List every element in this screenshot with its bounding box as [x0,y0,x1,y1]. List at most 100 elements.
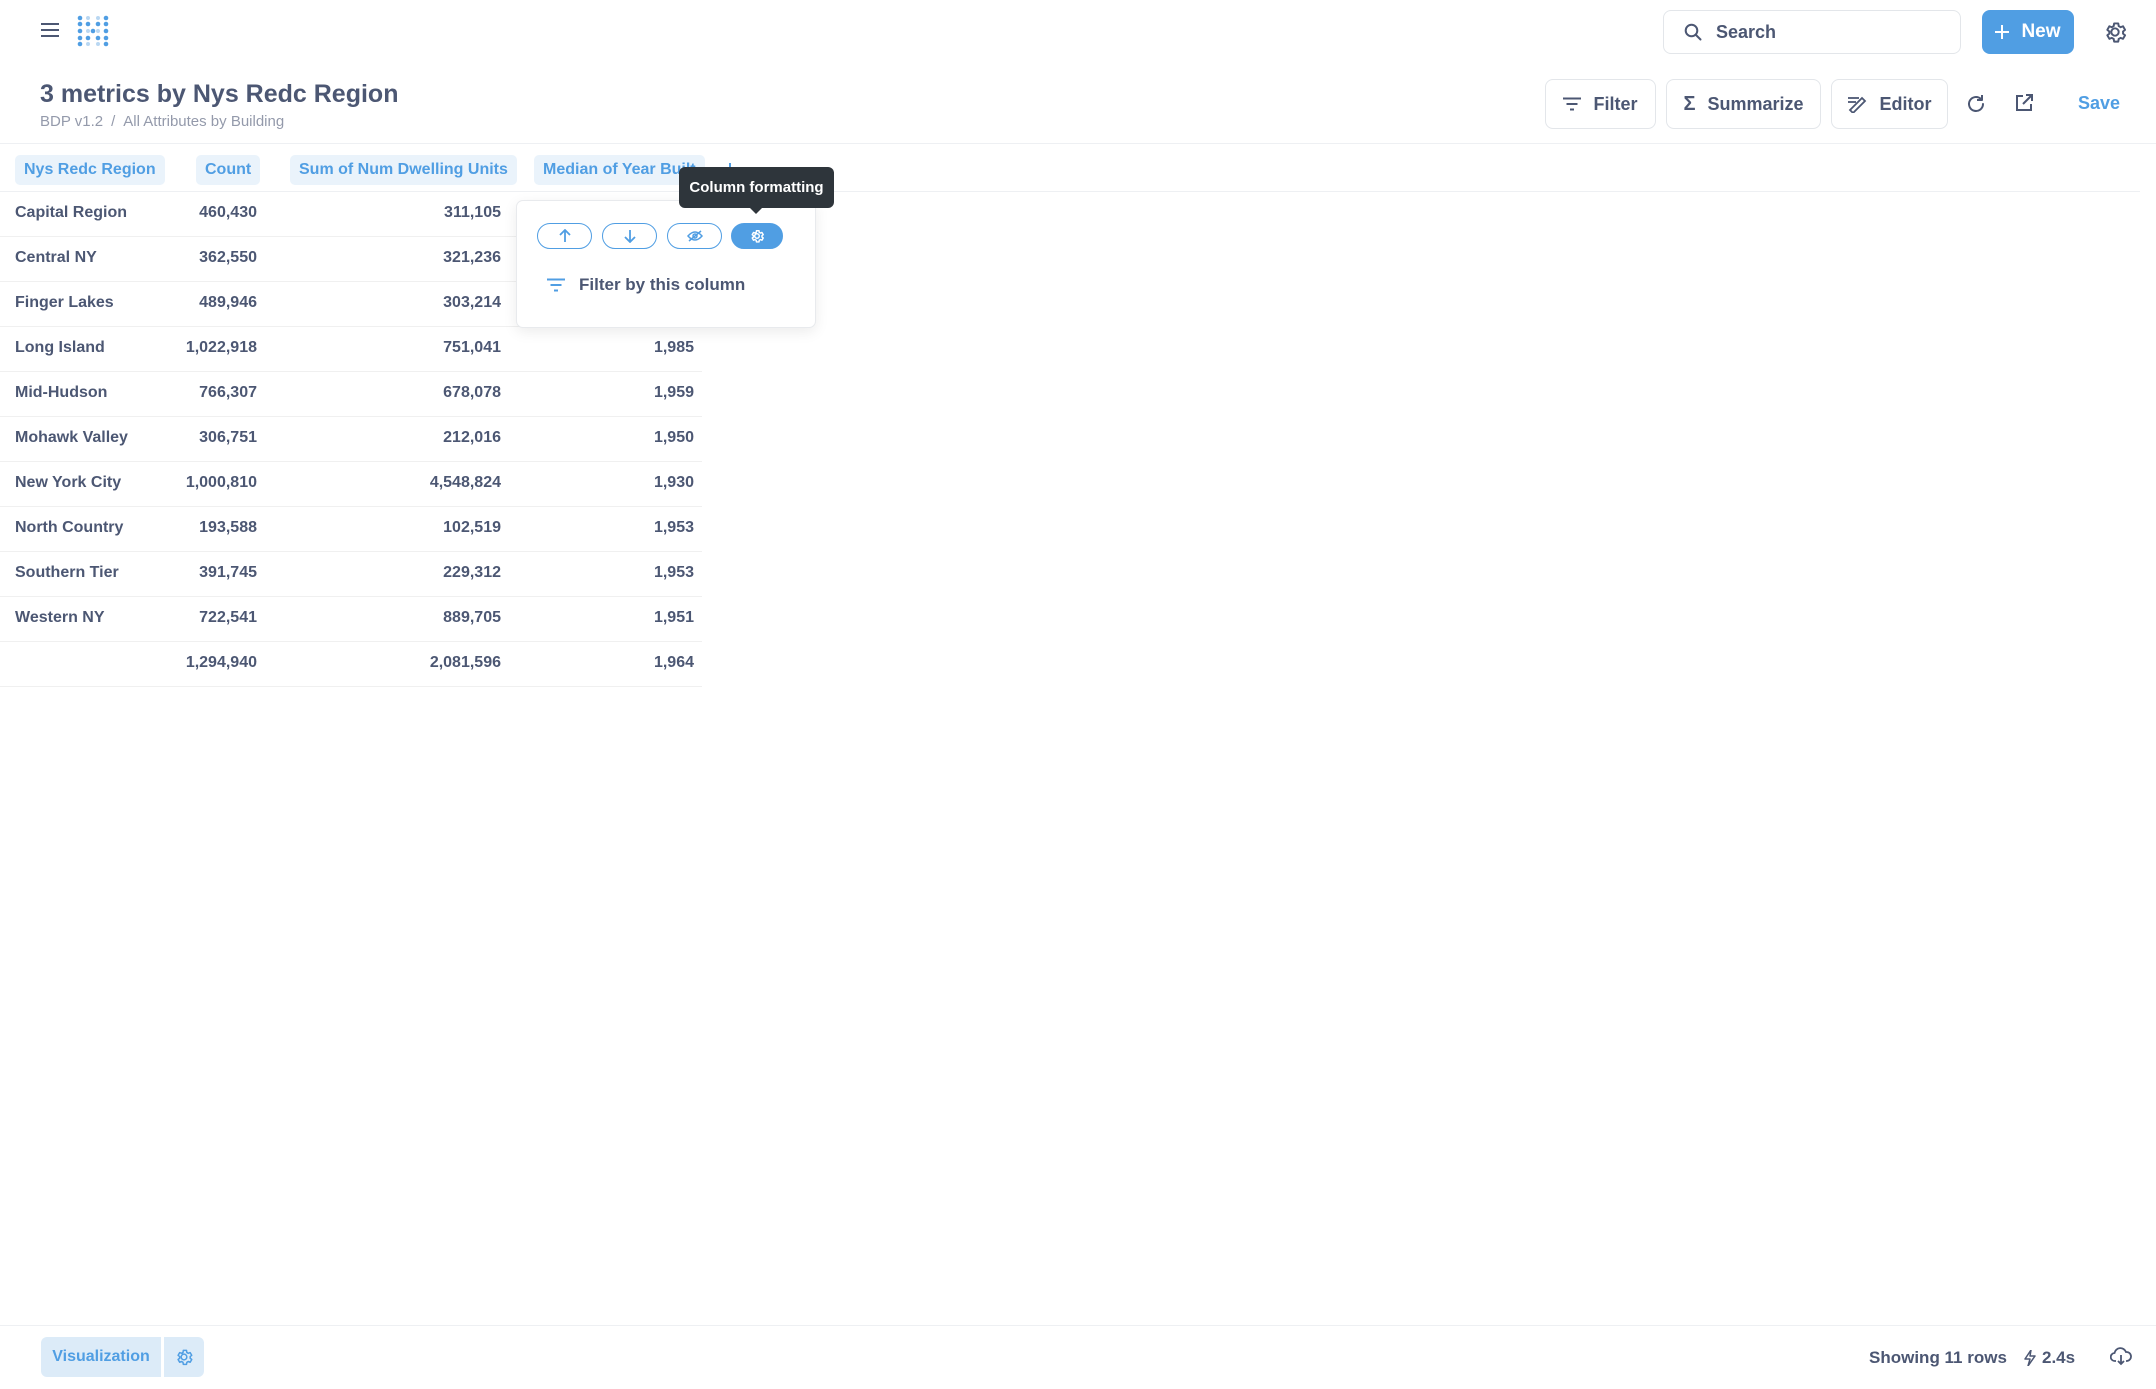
cell-region[interactable]: Long Island [15,339,105,357]
search-label: Search [1716,21,1777,42]
breadcrumb: BDP v1.2 / All Attributes by Building [40,113,284,130]
cell-count[interactable]: 391,745 [199,564,257,582]
filter-by-column-option[interactable]: Filter by this column [547,275,745,295]
filter-button[interactable]: Filter [1545,79,1656,129]
cell-year-built[interactable]: 1,950 [654,429,694,447]
column-header-count[interactable]: Count [196,155,261,185]
summarize-button[interactable]: Σ Summarize [1666,79,1821,129]
column-header-dwelling-units[interactable]: Sum of Num Dwelling Units [290,155,517,185]
cell-dwelling-units[interactable]: 311,105 [444,204,501,222]
new-button[interactable]: New [1982,10,2074,54]
query-timing: 2.4s [2024,1348,2075,1368]
cell-region[interactable]: Central NY [15,249,97,267]
cell-year-built[interactable]: 1,959 [654,384,694,402]
cell-year-built[interactable]: 1,953 [654,564,694,582]
cell-region[interactable]: Mohawk Valley [15,429,128,447]
visualization-settings-button[interactable] [164,1337,204,1377]
bolt-icon [2024,1350,2036,1366]
cell-dwelling-units[interactable]: 751,041 [443,339,501,357]
cell-year-built[interactable]: 1,964 [654,654,694,672]
new-label: New [2021,21,2061,42]
filter-by-column-label: Filter by this column [579,275,746,294]
cell-dwelling-units[interactable]: 229,312 [443,564,501,582]
menu-icon[interactable] [38,18,62,42]
breadcrumb-table[interactable]: All Attributes by Building [123,113,284,130]
cell-region[interactable]: New York City [15,474,121,492]
sigma-icon: Σ [1683,92,1696,115]
cell-dwelling-units[interactable]: 102,519 [443,519,501,537]
cell-dwelling-units[interactable]: 889,705 [443,609,501,627]
tooltip: Column formatting [679,167,834,208]
breadcrumb-separator: / [111,113,116,130]
table-row: Southern Tier 391,745 229,312 1,953 [0,551,702,597]
editor-button[interactable]: Editor [1831,79,1948,129]
share-icon[interactable] [2014,93,2038,117]
tooltip-arrow [749,207,763,214]
cell-year-built[interactable]: 1,953 [654,519,694,537]
search-bar[interactable]: Search [1663,10,1961,54]
sort-ascending-button[interactable] [537,223,592,249]
cell-year-built[interactable]: 1,930 [654,474,694,492]
table-totals-row: 1,294,940 2,081,596 1,964 [0,641,702,687]
column-header-region[interactable]: Nys Redc Region [15,155,165,185]
cell-count[interactable]: 193,588 [199,519,257,537]
cell-count[interactable]: 460,430 [199,204,257,222]
cell-region[interactable]: Southern Tier [15,564,119,582]
cell-dwelling-units[interactable]: 2,081,596 [430,654,501,672]
footer-divider [0,1325,2156,1326]
sort-descending-button[interactable] [602,223,657,249]
gear-icon [174,1347,194,1367]
table-row: Long Island 1,022,918 751,041 1,985 [0,326,702,372]
column-popover: Filter by this column [516,200,816,328]
cell-count[interactable]: 1,294,940 [186,654,257,672]
timing-value: 2.4s [2042,1348,2076,1367]
table-row: Western NY 722,541 889,705 1,951 [0,596,702,642]
arrow-down-icon [623,229,637,243]
cell-region[interactable]: Capital Region [15,204,127,222]
cell-region[interactable]: Finger Lakes [15,294,114,312]
cell-count[interactable]: 489,946 [199,294,257,312]
save-button[interactable]: Save [2078,93,2120,114]
logo-icon[interactable] [76,14,110,48]
cell-count[interactable]: 1,000,810 [186,474,257,492]
search-icon [1684,23,1702,41]
gear-icon [749,228,765,244]
cell-dwelling-units[interactable]: 678,078 [443,384,501,402]
plus-icon [1995,25,2010,39]
filter-icon [547,278,565,292]
visualization-button[interactable]: Visualization [41,1337,161,1377]
download-icon[interactable] [2110,1346,2134,1370]
table-row: New York City 1,000,810 4,548,824 1,930 [0,461,702,507]
cell-count[interactable]: 306,751 [199,429,257,447]
column-formatting-button[interactable] [731,223,783,249]
table-row: Mid-Hudson 766,307 678,078 1,959 [0,371,702,417]
filter-label: Filter [1593,93,1638,114]
table-row: North Country 193,588 102,519 1,953 [0,506,702,552]
cell-count[interactable]: 766,307 [199,384,257,402]
cell-dwelling-units[interactable]: 321,236 [443,249,501,267]
editor-label: Editor [1879,93,1932,114]
cell-dwelling-units[interactable]: 212,016 [443,429,501,447]
header-divider [0,143,2156,144]
notebook-icon [1847,95,1868,113]
row-count: Showing 11 rows [1869,1348,2007,1367]
refresh-icon[interactable] [1965,93,1989,117]
table-row: Mohawk Valley 306,751 212,016 1,950 [0,416,702,462]
cell-count[interactable]: 362,550 [199,249,257,267]
cell-count[interactable]: 722,541 [199,609,257,627]
cell-region[interactable]: Western NY [15,609,105,627]
gear-icon[interactable] [2102,19,2128,45]
cell-dwelling-units[interactable]: 303,214 [443,294,501,312]
hide-column-button[interactable] [667,223,722,249]
cell-region[interactable]: Mid-Hudson [15,384,107,402]
cell-year-built[interactable]: 1,985 [654,339,694,357]
eye-off-icon [686,230,703,242]
page-title: 3 metrics by Nys Redc Region [40,80,399,108]
filter-icon [1563,97,1582,111]
cell-year-built[interactable]: 1,951 [654,609,694,627]
breadcrumb-database[interactable]: BDP v1.2 [40,113,103,130]
cell-dwelling-units[interactable]: 4,548,824 [430,474,501,492]
cell-count[interactable]: 1,022,918 [186,339,257,357]
cell-region[interactable]: North Country [15,519,123,537]
summarize-label: Summarize [1707,93,1804,114]
